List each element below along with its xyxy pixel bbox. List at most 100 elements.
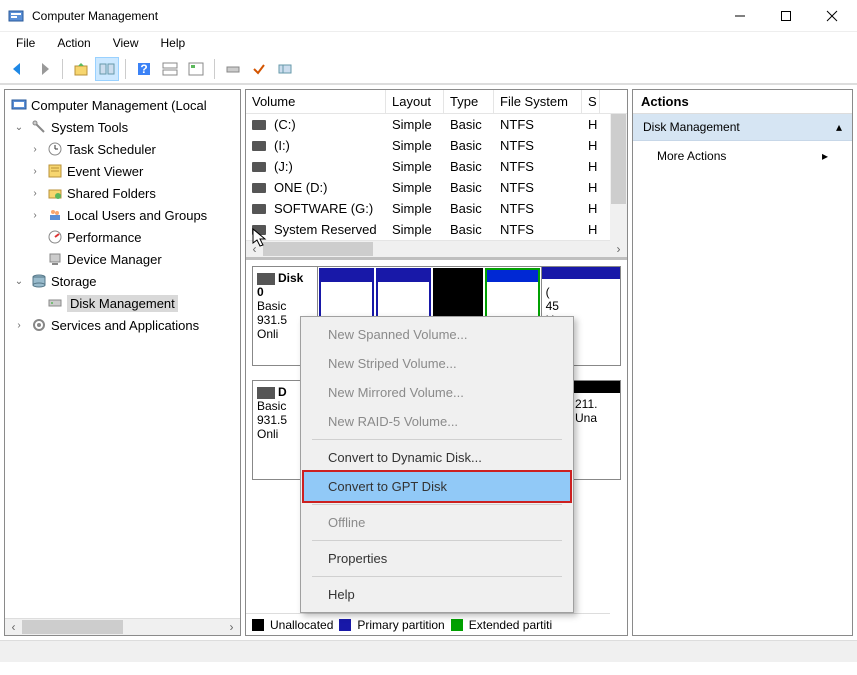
computer-icon <box>11 97 27 113</box>
volume-row[interactable]: (C:)SimpleBasicNTFSH <box>246 114 627 135</box>
legend-extended-swatch <box>451 619 463 631</box>
expand-icon[interactable]: › <box>27 188 43 199</box>
ctx-new-spanned: New Spanned Volume... <box>304 320 570 349</box>
ctx-new-raid5: New RAID-5 Volume... <box>304 407 570 436</box>
tool-check-button[interactable] <box>247 57 271 81</box>
scroll-left-icon[interactable]: ‹ <box>5 619 22 635</box>
actions-pane: Actions Disk Management ▴ More Actions ▸ <box>632 89 853 636</box>
volume-row[interactable]: SOFTWARE (G:)SimpleBasicNTFSH <box>246 198 627 219</box>
tree-task-scheduler[interactable]: › Task Scheduler <box>7 138 238 160</box>
device-icon <box>47 251 63 267</box>
volume-icon <box>252 204 266 214</box>
menu-help[interactable]: Help <box>151 34 196 52</box>
tree-services[interactable]: › Services and Applications <box>7 314 238 336</box>
svg-text:?: ? <box>140 62 147 76</box>
collapse-icon[interactable]: ⌄ <box>11 276 27 287</box>
expand-icon[interactable]: › <box>27 144 43 155</box>
users-icon <box>47 207 63 223</box>
scroll-left-icon[interactable]: ‹ <box>246 241 263 257</box>
menu-view[interactable]: View <box>103 34 149 52</box>
volume-table: Volume Layout Type File System S (C:)Sim… <box>246 90 627 257</box>
volume-icon <box>252 162 266 172</box>
ctx-properties[interactable]: Properties <box>304 544 570 573</box>
toolbar: ? <box>0 54 857 84</box>
menu-file[interactable]: File <box>6 34 45 52</box>
close-button[interactable] <box>809 1 855 31</box>
forward-button[interactable] <box>32 57 56 81</box>
expand-icon[interactable]: › <box>27 166 43 177</box>
clock-icon <box>47 141 63 157</box>
tool-settings-button[interactable] <box>184 57 208 81</box>
context-menu: New Spanned Volume... New Striped Volume… <box>300 316 574 613</box>
col-type[interactable]: Type <box>444 90 494 113</box>
tree-storage[interactable]: ⌄ Storage <box>7 270 238 292</box>
tree-system-tools[interactable]: ⌄ System Tools <box>7 116 238 138</box>
volume-hscrollbar[interactable]: ‹ › <box>246 240 627 257</box>
tool-partition-button[interactable] <box>273 57 297 81</box>
tree-event-viewer[interactable]: › Event Viewer <box>7 160 238 182</box>
legend-primary: Primary partition <box>357 618 444 632</box>
volume-row[interactable]: System ReservedSimpleBasicNTFSH <box>246 219 627 240</box>
volume-header-row: Volume Layout Type File System S <box>246 90 627 114</box>
maximize-button[interactable] <box>763 1 809 31</box>
volume-icon <box>252 120 266 130</box>
legend-unallocated: Unallocated <box>270 618 333 632</box>
menu-action[interactable]: Action <box>47 34 100 52</box>
disk-icon <box>257 273 275 285</box>
ctx-offline: Offline <box>304 508 570 537</box>
tool-disk-button[interactable] <box>221 57 245 81</box>
actions-category[interactable]: Disk Management ▴ <box>633 114 852 141</box>
collapse-triangle-icon: ▴ <box>836 120 842 134</box>
performance-icon <box>47 229 63 245</box>
help-button[interactable]: ? <box>132 57 156 81</box>
show-hide-button[interactable] <box>95 57 119 81</box>
col-layout[interactable]: Layout <box>386 90 444 113</box>
tree-performance[interactable]: Performance <box>7 226 238 248</box>
ctx-new-mirrored: New Mirrored Volume... <box>304 378 570 407</box>
submenu-arrow-icon: ▸ <box>822 149 828 163</box>
tree-root[interactable]: Computer Management (Local <box>7 94 238 116</box>
expand-icon[interactable]: › <box>11 320 27 331</box>
title-bar: Computer Management <box>0 0 857 32</box>
tools-icon <box>31 119 47 135</box>
ctx-help[interactable]: Help <box>304 580 570 609</box>
volume-icon <box>252 225 266 235</box>
minimize-button[interactable] <box>717 1 763 31</box>
storage-icon <box>31 273 47 289</box>
tree-local-users[interactable]: › Local Users and Groups <box>7 204 238 226</box>
ctx-convert-dynamic[interactable]: Convert to Dynamic Disk... <box>304 443 570 472</box>
scroll-right-icon[interactable]: › <box>223 619 240 635</box>
legend-primary-swatch <box>339 619 351 631</box>
col-status[interactable]: S <box>582 90 600 113</box>
col-volume[interactable]: Volume <box>246 90 386 113</box>
expand-icon[interactable]: › <box>27 210 43 221</box>
menu-bar: File Action View Help <box>0 32 857 54</box>
ctx-convert-gpt[interactable]: Convert to GPT Disk <box>302 470 572 503</box>
volume-icon <box>252 183 266 193</box>
tool-layout-button[interactable] <box>158 57 182 81</box>
legend-unallocated-swatch <box>252 619 264 631</box>
volume-row[interactable]: ONE (D:)SimpleBasicNTFSH <box>246 177 627 198</box>
col-fs[interactable]: File System <box>494 90 582 113</box>
ctx-new-striped: New Striped Volume... <box>304 349 570 378</box>
event-icon <box>47 163 63 179</box>
disk-1-last-partition[interactable]: 211. Una <box>570 381 620 479</box>
app-icon <box>8 8 24 24</box>
status-bar <box>0 640 857 662</box>
window-title: Computer Management <box>32 9 717 23</box>
tree-disk-management[interactable]: Disk Management <box>7 292 238 314</box>
tree-hscrollbar[interactable]: ‹ › <box>5 618 240 635</box>
volume-row[interactable]: (I:)SimpleBasicNTFSH <box>246 135 627 156</box>
actions-more[interactable]: More Actions ▸ <box>633 141 852 171</box>
volume-vscrollbar[interactable] <box>610 114 627 244</box>
folder-shared-icon <box>47 185 63 201</box>
back-button[interactable] <box>6 57 30 81</box>
tree-device-manager[interactable]: Device Manager <box>7 248 238 270</box>
collapse-icon[interactable]: ⌄ <box>11 122 27 133</box>
legend-extended: Extended partiti <box>469 618 552 632</box>
volume-row[interactable]: (J:)SimpleBasicNTFSH <box>246 156 627 177</box>
up-button[interactable] <box>69 57 93 81</box>
actions-header: Actions <box>633 90 852 114</box>
tree-shared-folders[interactable]: › Shared Folders <box>7 182 238 204</box>
tree-pane: Computer Management (Local ⌄ System Tool… <box>4 89 241 636</box>
